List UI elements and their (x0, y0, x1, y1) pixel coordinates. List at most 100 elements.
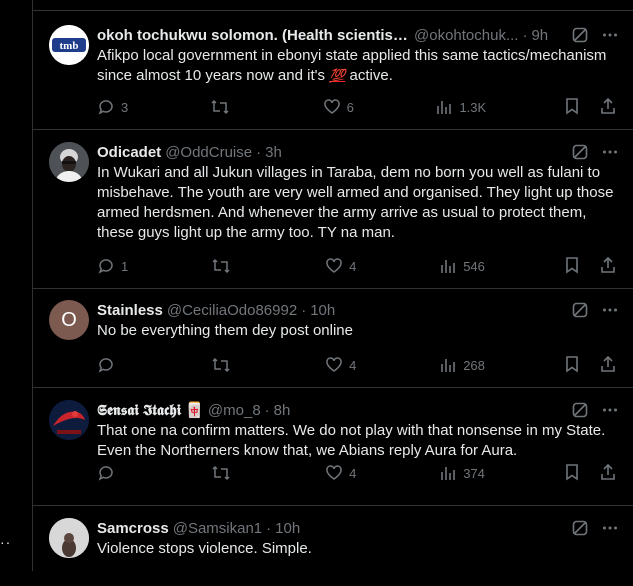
sidebar-more-icon[interactable]: ·· (0, 534, 11, 550)
avatar[interactable] (49, 142, 89, 182)
share-icon (601, 463, 615, 480)
retweet-button[interactable] (211, 257, 247, 275)
retweet-icon (212, 258, 230, 274)
author-handle[interactable]: @CeciliaOdo86992 (167, 302, 297, 319)
share-icon (601, 256, 615, 273)
author-handle[interactable]: @Samsikan1 (173, 520, 262, 537)
timestamp[interactable]: 10h (275, 520, 300, 537)
like-icon (326, 357, 342, 372)
timeline-column: tmb okoh tochukwu solomon. (Health scien… (32, 0, 633, 571)
timestamp[interactable]: 9h (531, 27, 548, 44)
left-sidebar-edge (0, 0, 32, 571)
bookmark-icon (566, 97, 578, 115)
avatar[interactable]: tmb (49, 25, 89, 65)
share-icon (601, 355, 615, 372)
bookmark-button[interactable] (563, 256, 581, 277)
svg-text:tmb: tmb (60, 40, 79, 52)
reply-icon (98, 100, 113, 115)
author-name[interactable]: Samcross (97, 520, 169, 537)
timestamp[interactable]: 8h (274, 402, 291, 419)
previous-tweet-edge (33, 0, 633, 11)
grok-icon[interactable] (571, 401, 589, 419)
reply-button[interactable] (97, 464, 133, 482)
share-icon (601, 97, 615, 114)
bookmark-button[interactable] (563, 463, 581, 484)
more-icon[interactable] (601, 401, 619, 419)
reply-icon (98, 259, 113, 274)
avatar-logo-image: tmb (49, 25, 89, 65)
retweet-button[interactable] (211, 464, 247, 482)
author-handle[interactable]: @mo_8 (208, 402, 261, 419)
avatar-photo (49, 518, 89, 558)
reply-tweet[interactable]: 𝕾𝖊𝖓𝖘𝖆𝖎 𝕴𝖙𝖆𝖈𝖍𝖎 🀄 @mo_8 · 8h That one na c… (33, 388, 633, 506)
grok-icon[interactable] (571, 301, 589, 319)
tweet-text: That one na confirm matters. We do not p… (97, 422, 606, 459)
reply-icon (98, 358, 113, 373)
action-bar: 3 6 1.3K (97, 97, 617, 117)
reply-tweet[interactable]: tmb okoh tochukwu solomon. (Health scien… (33, 11, 633, 130)
tweet-text: Violence stops violence. Simple. (97, 540, 312, 557)
avatar[interactable] (49, 400, 89, 440)
hundred-points-emoji: 💯 (329, 68, 346, 83)
retweet-button[interactable] (211, 356, 247, 374)
views-icon (441, 359, 455, 372)
avatar-initial: O (61, 308, 77, 331)
retweet-button[interactable] (210, 98, 246, 116)
like-icon (323, 99, 340, 114)
grok-icon[interactable] (571, 26, 589, 44)
reply-button[interactable] (97, 356, 133, 374)
reply-button[interactable]: 3 (97, 98, 133, 116)
bookmark-icon (566, 463, 578, 481)
bookmark-icon (566, 355, 578, 373)
action-bar: 4 268 (97, 355, 617, 375)
like-button[interactable]: 4 (325, 257, 361, 275)
author-handle[interactable]: @okohtochuk... (414, 27, 518, 44)
reply-tweet[interactable]: O Stainless @CeciliaOdo86992 · 10h No be… (33, 289, 633, 388)
reply-icon (98, 466, 113, 481)
retweet-icon (211, 99, 229, 115)
author-name[interactable]: Odicadet (97, 144, 161, 161)
timestamp[interactable]: 10h (310, 302, 335, 319)
share-button[interactable] (599, 355, 617, 376)
tweet-text: In Wukari and all Jukun villages in Tara… (97, 164, 614, 241)
bookmark-icon (566, 256, 578, 274)
bookmark-button[interactable] (563, 355, 581, 376)
views-icon (437, 101, 452, 114)
more-icon[interactable] (601, 143, 619, 161)
like-button[interactable]: 6 (323, 98, 359, 116)
avatar[interactable] (49, 518, 89, 558)
reply-tweet[interactable]: Samcross @Samsikan1 · 10h Violence stops… (33, 506, 633, 586)
like-icon (326, 258, 342, 273)
share-button[interactable] (599, 463, 617, 484)
more-icon[interactable] (601, 301, 619, 319)
share-button[interactable] (599, 97, 617, 118)
bookmark-button[interactable] (563, 97, 581, 118)
action-bar: 1 4 546 (97, 256, 617, 276)
more-icon[interactable] (601, 26, 619, 44)
like-button[interactable]: 4 (325, 356, 361, 374)
tweet-text: Afikpo local government in ebonyi state … (97, 47, 607, 84)
views-button[interactable]: 268 (439, 356, 485, 374)
author-name[interactable]: okoh tochukwu solomon. (Health scientist… (97, 27, 410, 44)
more-icon[interactable] (601, 519, 619, 537)
author-name[interactable]: 𝕾𝖊𝖓𝖘𝖆𝖎 𝕴𝖙𝖆𝖈𝖍𝖎 🀄 (97, 401, 204, 419)
views-button[interactable]: 546 (439, 257, 485, 275)
views-button[interactable]: 374 (439, 464, 485, 482)
share-button[interactable] (599, 256, 617, 277)
like-button[interactable]: 4 (325, 464, 361, 482)
grok-icon[interactable] (571, 143, 589, 161)
author-handle[interactable]: @OddCruise (165, 144, 252, 161)
action-bar: 4 374 (97, 463, 617, 483)
views-button[interactable]: 1.3K (435, 98, 486, 116)
avatar-art-image (49, 400, 89, 440)
retweet-icon (212, 357, 230, 373)
avatar[interactable]: O (49, 300, 89, 340)
grok-icon[interactable] (571, 519, 589, 537)
reply-button[interactable]: 1 (97, 257, 133, 275)
retweet-icon (212, 465, 230, 481)
reply-tweet[interactable]: Odicadet @OddCruise · 3h In Wukari and a… (33, 130, 633, 289)
like-icon (326, 465, 342, 480)
author-name[interactable]: Stainless (97, 302, 163, 319)
views-icon (441, 467, 455, 480)
timestamp[interactable]: 3h (265, 144, 282, 161)
